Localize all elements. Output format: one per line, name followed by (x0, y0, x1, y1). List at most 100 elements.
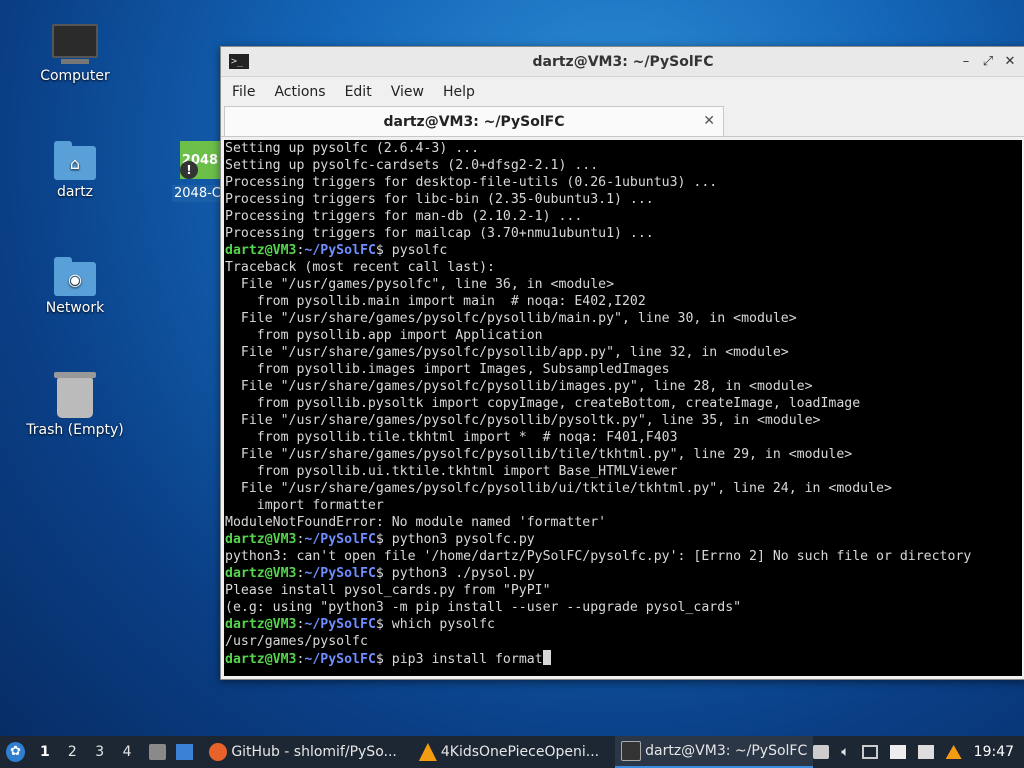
workspace-2[interactable]: 2 (65, 744, 80, 760)
terminal-command-line: dartz@VM3:~/PySolFC$ python3 pysolfc.py (224, 531, 1022, 548)
terminal-window[interactable]: >_ dartz@VM3: ~/PySolFC – ⤢ ✕ File Actio… (220, 46, 1024, 680)
prompt-path: ~/PySolFC (304, 532, 376, 547)
prompt-end: $ (375, 652, 392, 667)
terminal-command-line: dartz@VM3:~/PySolFC$ pysolfc (224, 242, 1022, 259)
prompt-path: ~/PySolFC (304, 652, 376, 667)
terminal-icon (621, 741, 642, 761)
menu-help[interactable]: Help (443, 84, 475, 100)
terminal-output-line: Setting up pysolfc-cardsets (2.0+dfsg2-2… (225, 158, 599, 173)
terminal-output-line: File "/usr/games/pysolfc", line 36, in <… (225, 277, 615, 292)
menu-view[interactable]: View (391, 84, 424, 100)
desktop-icon-home[interactable]: ⌂ dartz (20, 141, 130, 200)
terminal-output-line: File "/usr/share/games/pysolfc/pysollib/… (225, 413, 821, 428)
terminal-output-line: Processing triggers for mailcap (3.70+nm… (225, 226, 654, 241)
media-icon[interactable] (813, 745, 830, 759)
menu-edit[interactable]: Edit (345, 84, 372, 100)
command-text: pip3 install format (391, 652, 543, 667)
terminal-output-line: File "/usr/share/games/pysolfc/pysollib/… (225, 379, 813, 394)
prompt-user: dartz@VM3 (225, 566, 297, 581)
clock: 19:47 (973, 744, 1015, 760)
terminal-command-line: dartz@VM3:~/PySolFC$ pip3 install format (224, 650, 1022, 667)
terminal-output-line: Setting up pysolfc (2.6.4-3) ... (225, 141, 480, 156)
terminal-command-line: dartz@VM3:~/PySolFC$ python3 ./pysol.py (224, 565, 1022, 582)
command-text: python3 pysolfc.py (391, 532, 535, 547)
terminal-output-line: Processing triggers for man-db (2.10.2-1… (225, 209, 583, 224)
start-menu-icon[interactable]: ✿ (6, 742, 26, 762)
tab-terminal[interactable]: dartz@VM3: ~/PySolFC ✕ (224, 106, 724, 136)
terminal-output-line: Please install pysol_cards.py from "PyPI… (225, 583, 551, 598)
desktop-icon-label: 2048-C (172, 185, 224, 202)
terminal-output-line: Processing triggers for desktop-file-uti… (225, 175, 718, 190)
terminal-output-line: Traceback (most recent call last): (225, 260, 495, 275)
clipboard-icon[interactable] (889, 745, 906, 759)
task-terminal[interactable]: dartz@VM3: ~/PySolFC (615, 736, 814, 768)
maximize-icon[interactable]: ⤢ (981, 54, 995, 69)
prompt-end: $ (375, 566, 392, 581)
task-vlc[interactable]: 4KidsOnePieceOpeni... (413, 736, 605, 768)
window-titlebar[interactable]: >_ dartz@VM3: ~/PySolFC – ⤢ ✕ (221, 47, 1024, 77)
prompt-user: dartz@VM3 (225, 652, 297, 667)
workspace-4[interactable]: 4 (119, 744, 134, 760)
network-icon[interactable] (861, 745, 878, 759)
prompt-end: $ (375, 243, 392, 258)
taskbar: ✿ 1 2 3 4 GitHub - shlomif/PySo... 4Kids… (0, 736, 1024, 768)
prompt-user: dartz@VM3 (225, 532, 297, 547)
computer-icon (52, 24, 98, 58)
task-label: dartz@VM3: ~/PySolFC (645, 743, 808, 759)
desktop-icon-network[interactable]: ◉ Network (20, 257, 130, 316)
vlc-tray-icon[interactable] (945, 745, 962, 759)
desktop-icon-computer[interactable]: Computer (20, 24, 130, 84)
terminal-output[interactable]: Setting up pysolfc (2.6.4-3) ... Setting … (224, 140, 1022, 676)
menu-bar: File Actions Edit View Help (221, 77, 1024, 106)
desktop-icon-2048[interactable]: 2048 ! 2048-C (172, 141, 224, 203)
desktop-icon-trash[interactable]: Trash (Empty) (20, 372, 130, 438)
minimize-icon[interactable]: – (959, 54, 973, 69)
command-text: python3 ./pysol.py (391, 566, 535, 581)
terminal-output-line: from pysollib.app import Application (225, 328, 543, 343)
terminal-output-line: Processing triggers for libc-bin (2.35-0… (225, 192, 654, 207)
terminal-output-line: import formatter (225, 498, 384, 513)
terminal-output-line: from pysollib.ui.tktile.tkhtml import Ba… (225, 464, 678, 479)
file-manager-icon[interactable] (148, 744, 167, 760)
terminal-output-line: from pysollib.main import main # noqa: E… (225, 294, 646, 309)
terminal-output-line: File "/usr/share/games/pysolfc/pysollib/… (225, 481, 892, 496)
terminal-icon: >_ (229, 54, 249, 69)
tab-title: dartz@VM3: ~/PySolFC (383, 113, 565, 130)
show-desktop-icon[interactable] (176, 744, 194, 760)
trash-icon (54, 372, 96, 418)
volume-icon[interactable]: 🔈︎ (841, 744, 849, 760)
close-icon[interactable]: ✕ (1003, 54, 1017, 69)
update-notification-icon[interactable] (917, 745, 934, 759)
prompt-path: ~/PySolFC (304, 566, 376, 581)
task-label: 4KidsOnePieceOpeni... (440, 744, 600, 760)
menu-file[interactable]: File (232, 84, 255, 100)
terminal-output-line: File "/usr/share/games/pysolfc/pysollib/… (225, 311, 797, 326)
window-title: dartz@VM3: ~/PySolFC (532, 53, 714, 70)
desktop-icon-label: Network (45, 300, 105, 316)
terminal-output-line: /usr/games/pysolfc (225, 634, 368, 649)
text-cursor (542, 650, 551, 665)
menu-actions[interactable]: Actions (274, 84, 325, 100)
warning-icon: ! (180, 161, 198, 179)
terminal-output-line: (e.g: using "python3 -m pip install --us… (225, 600, 742, 615)
system-tray: 🔈︎ 19:47 (813, 744, 1014, 760)
workspace-3[interactable]: 3 (92, 744, 107, 760)
command-text: which pysolfc (391, 617, 495, 632)
command-text: pysolfc (391, 243, 448, 258)
tab-bar: dartz@VM3: ~/PySolFC ✕ (221, 106, 1024, 137)
prompt-user: dartz@VM3 (225, 617, 297, 632)
desktop-icon-label: dartz (56, 184, 94, 200)
prompt-user: dartz@VM3 (225, 243, 297, 258)
home-folder-icon: ⌂ (54, 141, 96, 180)
vlc-icon (418, 743, 437, 761)
workspace-1[interactable]: 1 (37, 744, 52, 760)
terminal-output-line: python3: can't open file '/home/dartz/Py… (225, 549, 972, 564)
terminal-output-line: from pysollib.pysoltk import copyImage, … (225, 396, 861, 411)
terminal-output-line: from pysollib.images import Images, Subs… (225, 362, 670, 377)
prompt-end: $ (375, 532, 392, 547)
desktop-icon-label: Computer (40, 68, 110, 84)
tab-close-icon[interactable]: ✕ (703, 113, 715, 129)
task-firefox[interactable]: GitHub - shlomif/PySo... (203, 736, 403, 768)
task-label: GitHub - shlomif/PySo... (231, 744, 397, 760)
prompt-end: $ (375, 617, 392, 632)
